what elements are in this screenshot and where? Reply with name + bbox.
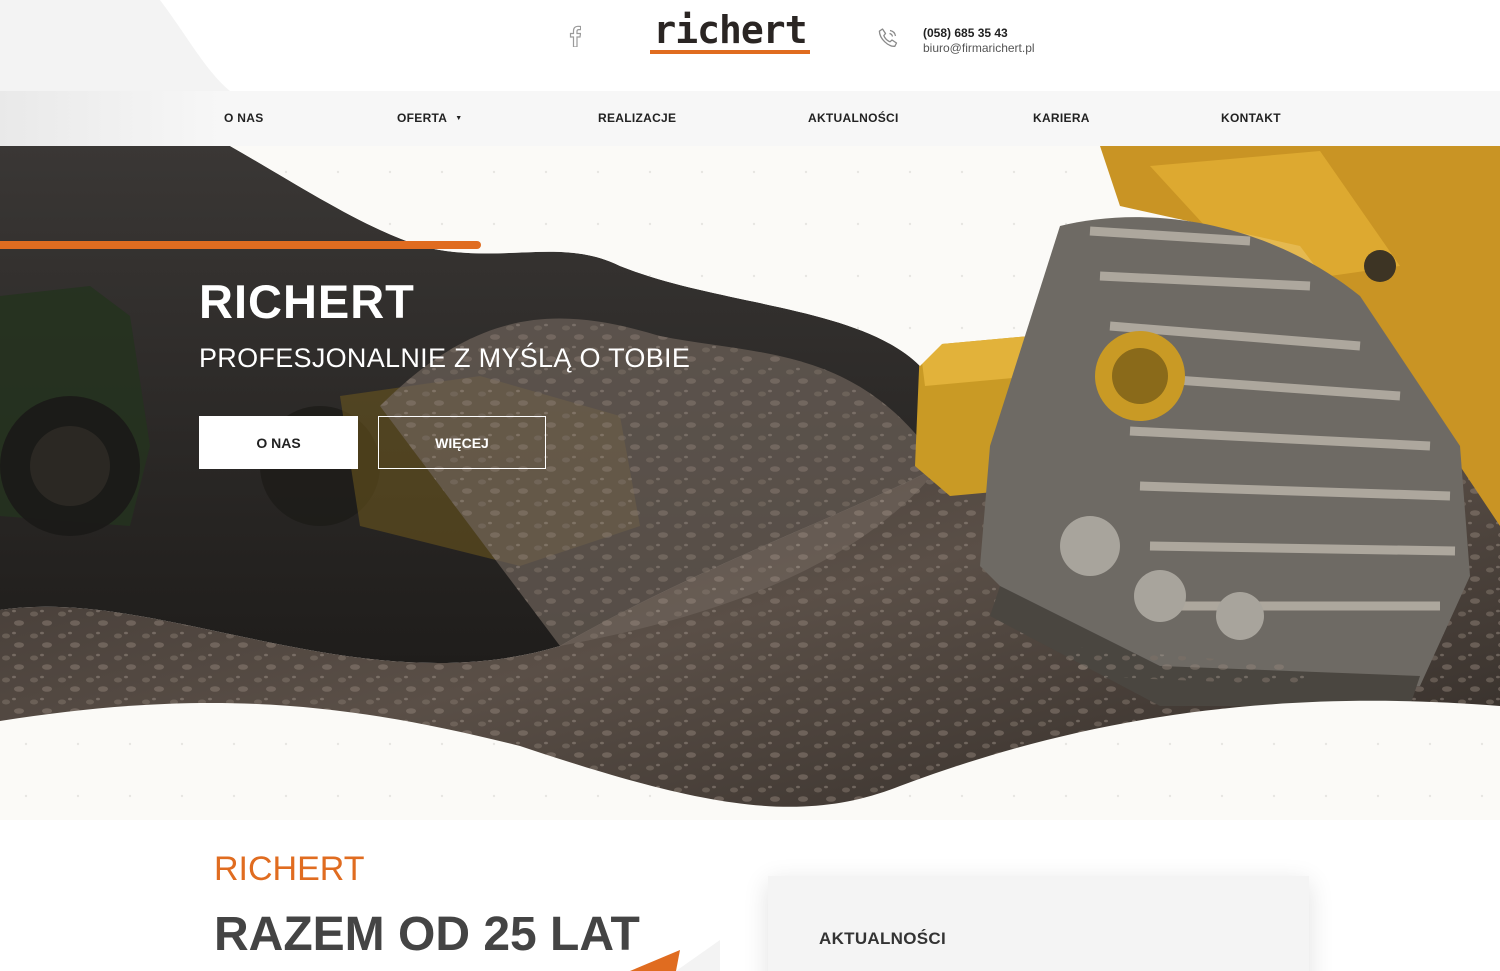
hero-title: RICHERT (199, 275, 415, 328)
nav-item-kontakt[interactable]: KONTAKT (1221, 91, 1281, 146)
caret-down-icon: ▼ (455, 115, 463, 123)
site-logo[interactable]: richert (648, 8, 812, 56)
main-nav: O NAS OFERTA ▼ REALIZACJE AKTUALNOŚCI KAR… (0, 91, 1500, 146)
hero-accent-line (0, 241, 481, 249)
header-swoosh-decoration (0, 0, 230, 91)
about-kicker: RICHERT (214, 850, 365, 888)
nav-item-kariera[interactable]: KARIERA (1033, 91, 1090, 146)
o-nas-button[interactable]: O NAS (199, 416, 358, 469)
hero-subtitle: PROFESJONALNIE Z MYŚLĄ O TOBIE (199, 343, 691, 373)
phone-number-link[interactable]: (058) 685 35 43 (923, 26, 1008, 40)
nav-item-o-nas[interactable]: O NAS (224, 91, 264, 146)
orange-corner-decoration (630, 940, 720, 971)
news-card: AKTUALNOŚCI (768, 876, 1309, 971)
hero-section: RICHERT PROFESJONALNIE Z MYŚLĄ O TOBIE O… (0, 146, 1500, 820)
page: richert (058) 685 35 43 biuro@firmariche… (0, 0, 1500, 971)
facebook-icon[interactable] (565, 24, 585, 48)
header-contact: (058) 685 35 43 biuro@firmarichert.pl (876, 24, 1076, 60)
site-header: richert (058) 685 35 43 biuro@firmariche… (0, 0, 1500, 91)
news-heading: AKTUALNOŚCI (819, 929, 947, 948)
logo-wordmark: richert (653, 8, 807, 52)
nav-fade-decoration (0, 91, 220, 146)
email-link[interactable]: biuro@firmarichert.pl (923, 41, 1035, 55)
wiecej-button[interactable]: WIĘCEJ (378, 416, 546, 469)
about-title: RAZEM OD 25 LAT (214, 908, 640, 961)
nav-item-oferta-label: OFERTA (397, 111, 448, 125)
phone-icon (878, 28, 898, 47)
nav-item-aktualnosci[interactable]: AKTUALNOŚCI (808, 91, 899, 146)
nav-item-oferta[interactable]: OFERTA ▼ (397, 91, 462, 146)
nav-item-realizacje[interactable]: REALIZACJE (598, 91, 676, 146)
logo-underline (650, 50, 810, 54)
